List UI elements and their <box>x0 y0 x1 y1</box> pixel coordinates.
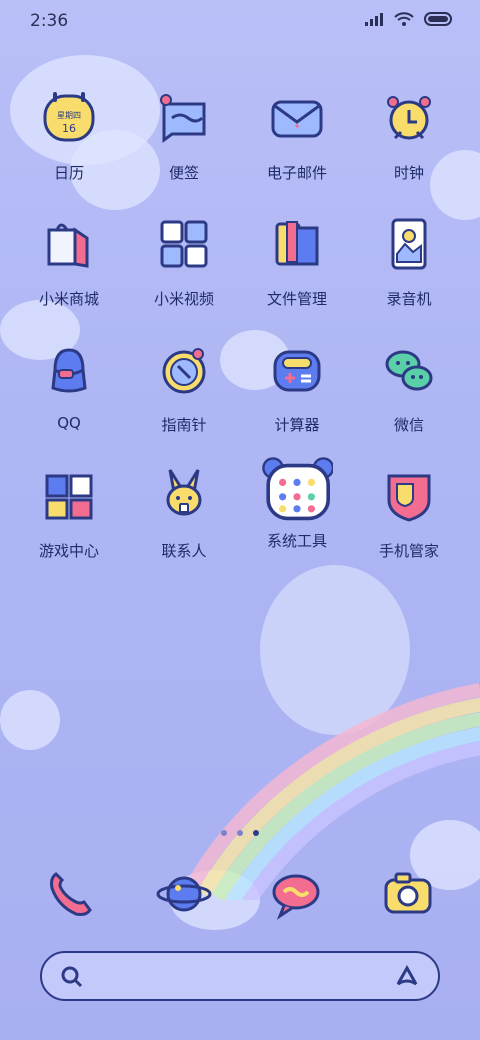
app-contacts[interactable]: 联系人 <box>129 466 239 561</box>
app-label: 文件管理 <box>266 290 327 308</box>
app-label: 日历 <box>53 164 84 182</box>
app-label: 微信 <box>393 416 424 434</box>
app-email[interactable]: 电子邮件 <box>242 88 352 183</box>
app-calculator[interactable]: 计算器 <box>242 340 352 435</box>
system-tools-icon <box>262 457 333 521</box>
dock <box>0 860 480 930</box>
notes-icon <box>160 94 206 143</box>
store-icon <box>47 223 89 268</box>
battery-icon <box>424 12 452 26</box>
page-dot-3-active[interactable] <box>253 830 259 836</box>
game-center-icon <box>45 474 93 520</box>
app-label: 手机管家 <box>378 542 439 560</box>
app-recorder[interactable]: 录音机 <box>354 214 464 309</box>
app-compass[interactable]: 指南针 <box>129 340 239 435</box>
signal-icon <box>365 13 383 26</box>
app-label: 游戏中心 <box>38 542 99 560</box>
app-label: 时钟 <box>393 164 424 182</box>
app-label: 电子邮件 <box>266 164 327 182</box>
wifi-icon <box>394 12 414 26</box>
app-label: 指南针 <box>161 416 207 434</box>
page-dot-1[interactable] <box>221 830 227 836</box>
wechat-icon <box>385 350 433 391</box>
app-label: 计算器 <box>274 416 320 434</box>
camera-icon[interactable] <box>378 864 438 924</box>
app-video[interactable]: 小米视频 <box>129 214 239 309</box>
status-bar: 2:36 <box>0 0 480 42</box>
app-wechat[interactable]: 微信 <box>354 340 464 435</box>
app-label: QQ <box>57 414 81 432</box>
security-icon <box>387 474 431 522</box>
clock-time: 2:36 <box>30 11 69 31</box>
clock-icon <box>387 96 431 140</box>
phone-icon[interactable] <box>40 864 100 924</box>
calendar-date: 16 <box>62 122 76 135</box>
compass-icon <box>162 348 206 394</box>
app-qq[interactable]: QQ <box>14 340 124 432</box>
app-store[interactable]: 小米商城 <box>14 214 124 309</box>
app-clock[interactable]: 时钟 <box>354 88 464 183</box>
page-indicator[interactable] <box>0 830 480 836</box>
app-file-manager[interactable]: 文件管理 <box>242 214 352 309</box>
app-label: 小米视频 <box>153 290 214 308</box>
recorder-icon <box>391 218 427 270</box>
page-dot-2[interactable] <box>237 830 243 836</box>
qq-icon <box>51 348 87 393</box>
video-icon <box>160 220 208 268</box>
assistant-icon[interactable] <box>394 964 420 990</box>
app-security[interactable]: 手机管家 <box>354 466 464 561</box>
search-bar[interactable] <box>40 951 440 1001</box>
email-icon <box>271 100 323 138</box>
calculator-icon <box>273 350 321 392</box>
messages-icon[interactable] <box>266 864 326 924</box>
app-label: 系统工具 <box>266 532 327 550</box>
app-label: 录音机 <box>386 290 432 308</box>
app-game-center[interactable]: 游戏中心 <box>14 466 124 561</box>
app-notes[interactable]: 便签 <box>129 88 239 183</box>
app-label: 联系人 <box>161 542 207 560</box>
status-icons <box>364 12 454 26</box>
file-manager-icon <box>275 221 319 266</box>
browser-icon[interactable] <box>154 864 214 924</box>
search-icon <box>61 966 83 988</box>
calendar-weekday: 星期四 <box>57 111 81 120</box>
app-calendar[interactable]: 星期四 16 日历 <box>14 88 124 183</box>
contacts-icon <box>166 469 202 516</box>
app-label: 小米商城 <box>38 290 99 308</box>
calendar-icon: 星期四 16 <box>43 92 95 142</box>
app-system-tools[interactable]: 系统工具 <box>242 457 352 551</box>
app-label: 便签 <box>168 164 199 182</box>
